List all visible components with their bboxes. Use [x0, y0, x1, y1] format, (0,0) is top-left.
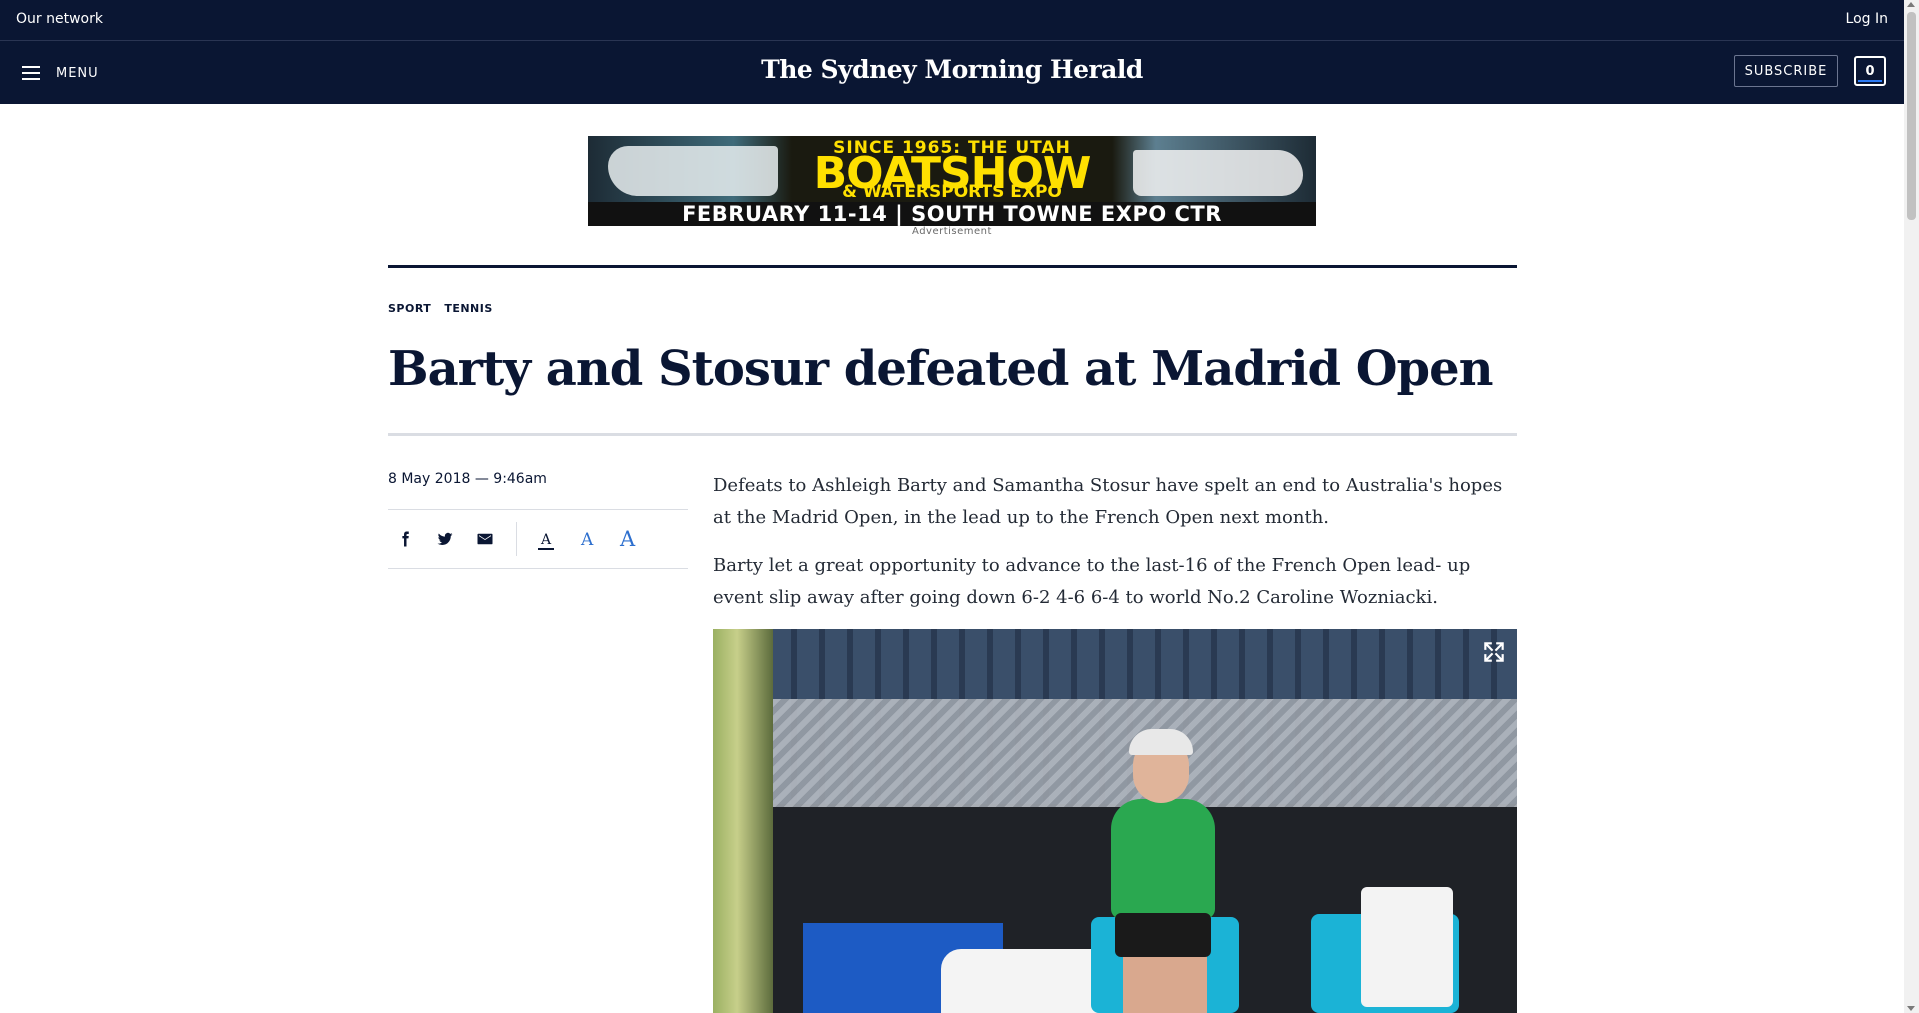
ad-footer: FEBRUARY 11-14 | SOUTH TOWNE EXPO CTR: [588, 202, 1316, 226]
share-divider: [516, 522, 517, 556]
photo-towel: [1361, 887, 1453, 1007]
photo-player-shirt: [1111, 799, 1215, 919]
advertisement-label: Advertisement: [912, 226, 992, 237]
photo-bag: [941, 949, 1111, 1013]
site-logo[interactable]: The Sydney Morning Herald: [0, 55, 1904, 84]
article-body: Defeats to Ashleigh Barty and Samantha S…: [713, 470, 1518, 630]
header-divider: [388, 265, 1517, 268]
photo-player-legs: [1123, 949, 1207, 1013]
photo-rail: [713, 629, 773, 1013]
share-toolbar: A A A: [388, 509, 688, 569]
article-photo[interactable]: [713, 629, 1517, 1013]
article-dateline: 8 May 2018 — 9:46am: [388, 471, 547, 487]
breadcrumb: SPORT TENNIS: [388, 302, 493, 315]
subscribe-button[interactable]: SUBSCRIBE: [1734, 55, 1838, 87]
font-size-medium[interactable]: A: [581, 530, 593, 550]
ad-headline-sub: & WATERSPORTS EXPO: [842, 182, 1062, 202]
scroll-up-icon[interactable]: [1907, 2, 1915, 7]
twitter-icon[interactable]: [436, 530, 454, 548]
photo-player-cap: [1129, 729, 1193, 755]
scrollbar-thumb[interactable]: [1907, 12, 1916, 220]
email-icon[interactable]: [476, 530, 494, 548]
facebook-icon[interactable]: [396, 530, 414, 548]
page-scrollbar[interactable]: [1904, 0, 1919, 1013]
advertisement-banner[interactable]: SINCE 1965: THE UTAH BOATSHOW & WATERSPO…: [588, 136, 1316, 226]
log-in-link[interactable]: Log In: [1846, 11, 1888, 27]
headline-divider: [388, 433, 1517, 436]
article-paragraph: Barty let a great opportunity to advance…: [713, 555, 1471, 608]
our-network-link[interactable]: Our network: [16, 11, 103, 27]
font-size-large[interactable]: A: [620, 527, 635, 551]
expand-icon[interactable]: [1481, 639, 1507, 665]
breadcrumb-sport[interactable]: SPORT: [388, 302, 431, 315]
masthead: MENU The Sydney Morning Herald SUBSCRIBE…: [0, 41, 1904, 104]
saved-articles-button[interactable]: 0: [1854, 56, 1886, 86]
breadcrumb-tennis[interactable]: TENNIS: [444, 302, 492, 315]
scroll-down-icon[interactable]: [1907, 1006, 1915, 1011]
photo-player-shorts: [1115, 913, 1211, 957]
network-bar: Our network Log In: [0, 0, 1904, 41]
article-paragraph: Defeats to Ashleigh Barty and Samantha S…: [713, 475, 1503, 528]
article-headline: Barty and Stosur defeated at Madrid Open: [388, 341, 1494, 397]
font-size-small[interactable]: A: [538, 532, 555, 550]
